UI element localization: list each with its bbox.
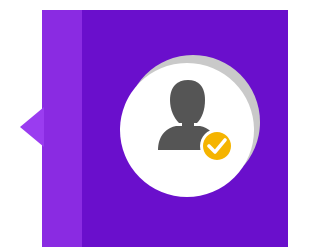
verified-user-illustration <box>20 10 288 247</box>
pointer-triangle <box>20 107 44 147</box>
panel-strip <box>42 10 82 247</box>
checkmark-icon <box>200 129 234 163</box>
verified-user-card <box>0 0 288 247</box>
